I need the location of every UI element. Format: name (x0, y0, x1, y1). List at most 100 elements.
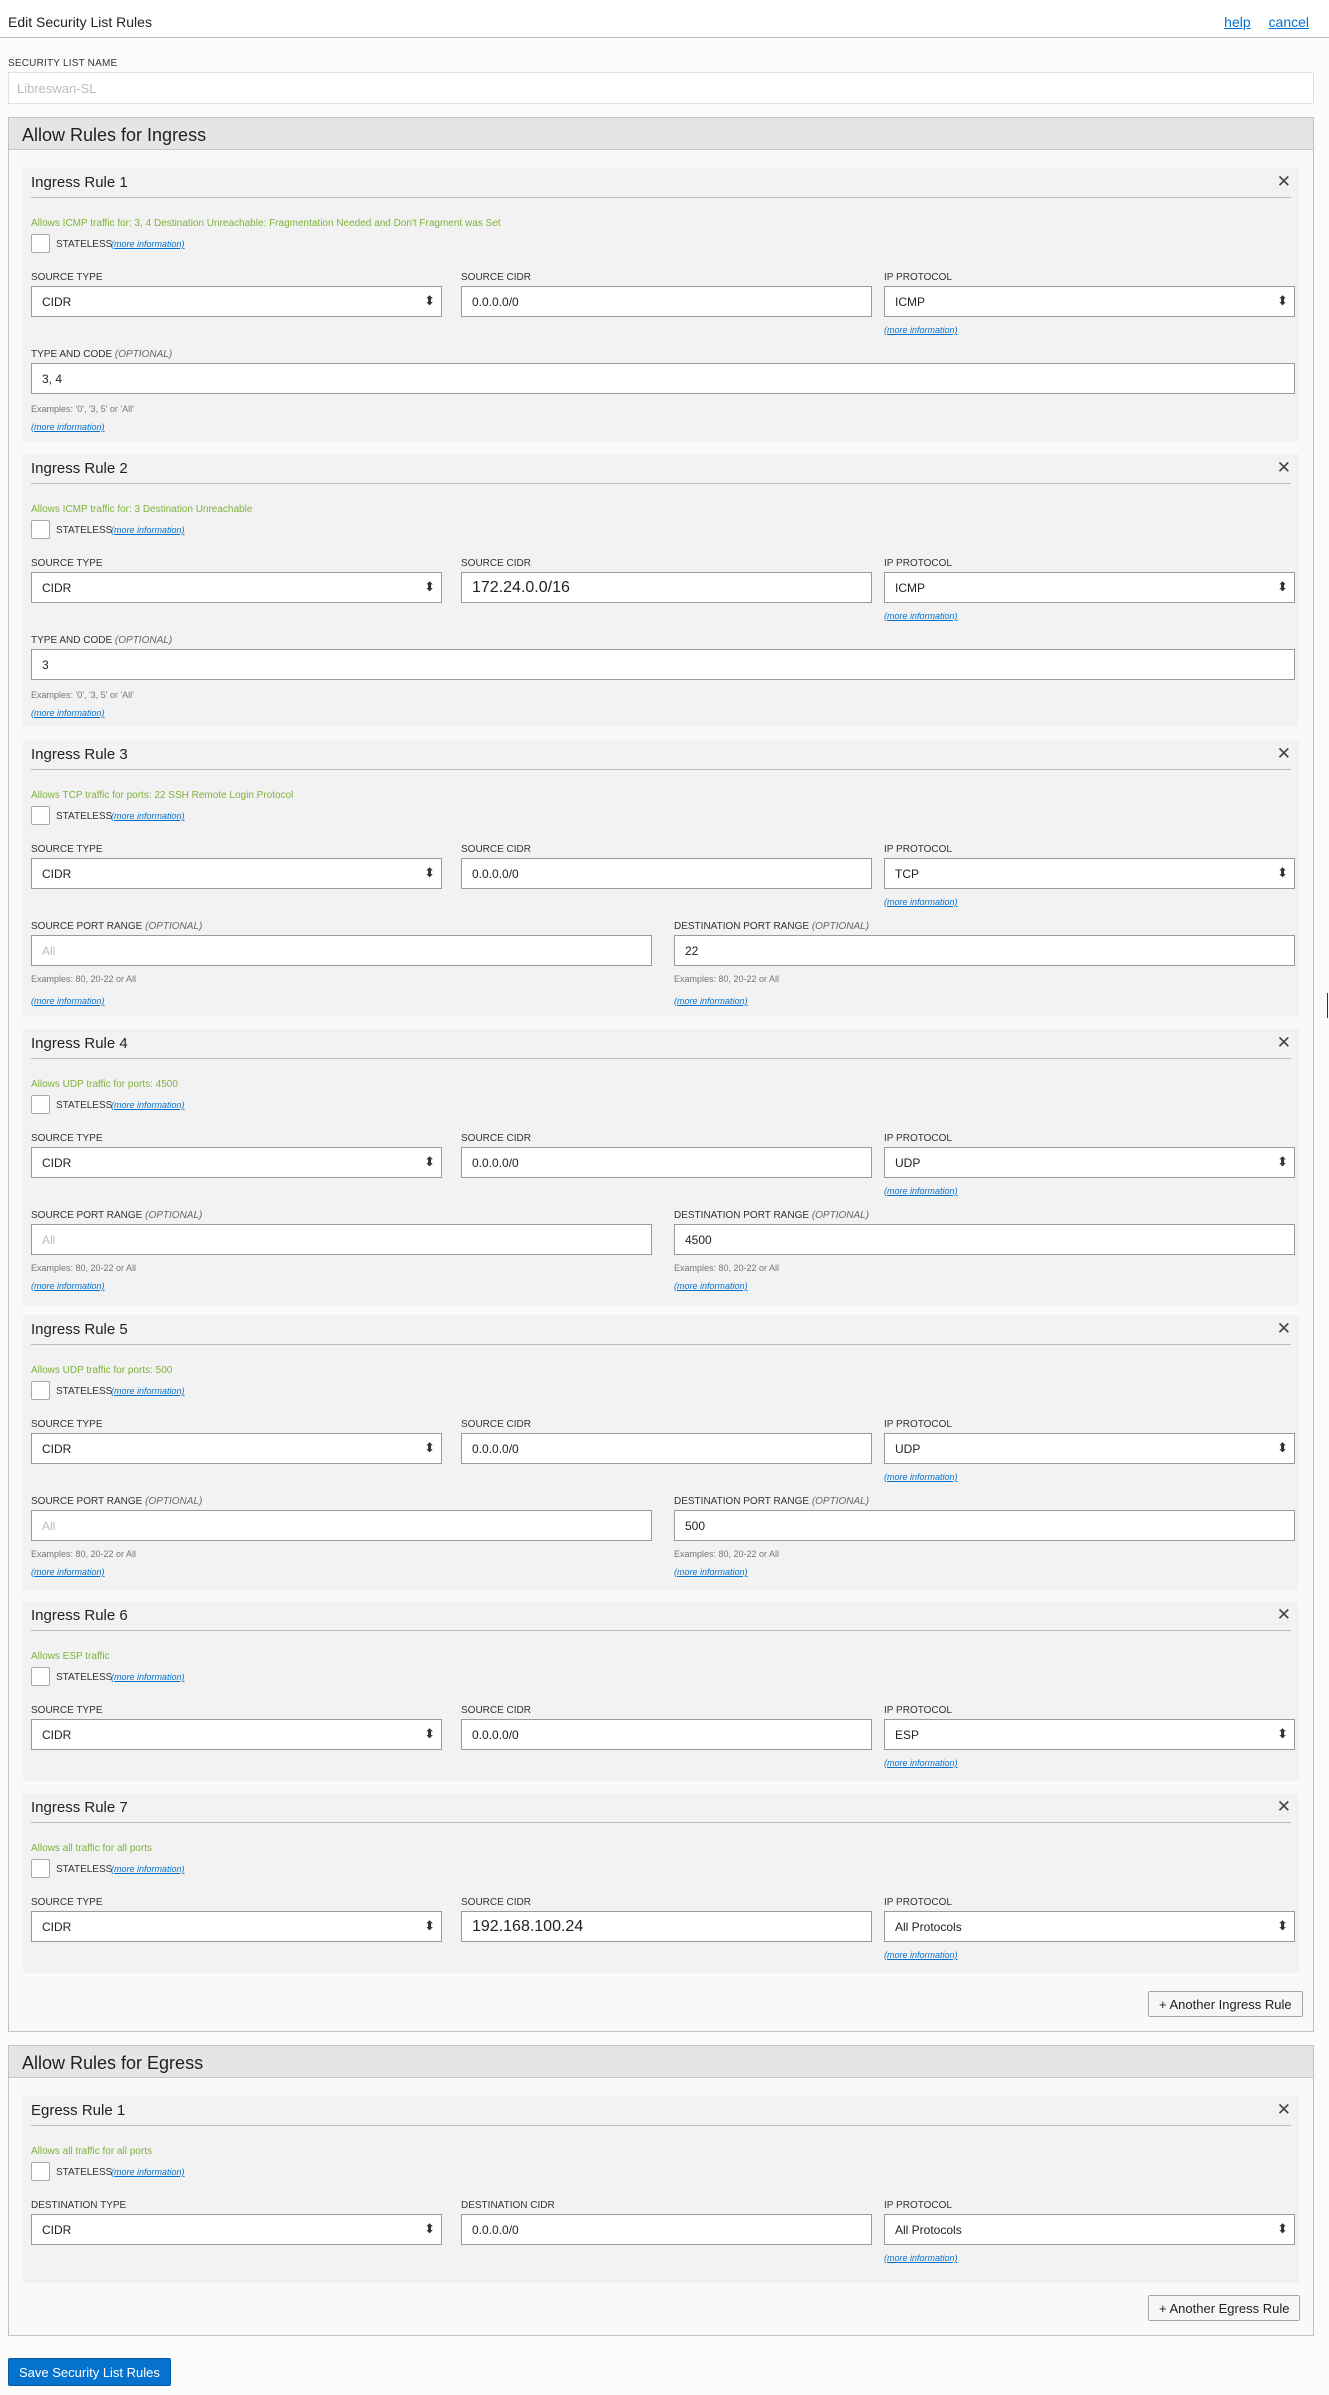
ip-protocol-label: IP PROTOCOL (884, 844, 952, 855)
ip-protocol-select[interactable]: ICMP (884, 572, 1295, 603)
rule-description: Allows ICMP traffic for: 3 Destination U… (31, 504, 253, 515)
source-cidr-input[interactable]: 0.0.0.0/0 (461, 1147, 872, 1178)
rule-description: Allows all traffic for all ports (31, 1843, 152, 1854)
ingress-rule-6: Ingress Rule 6 ✕ Allows ESP traffic STATE… (23, 1601, 1299, 1781)
source-cidr-input[interactable]: 192.168.100.24 (461, 1911, 872, 1942)
more-info-link[interactable]: (more information) (31, 1281, 105, 1291)
more-info-link[interactable]: (more information) (674, 996, 748, 1006)
stateless-checkbox[interactable] (31, 1667, 50, 1686)
dest-type-select[interactable]: CIDR (31, 2214, 442, 2245)
source-type-label: SOURCE TYPE (31, 1897, 103, 1908)
more-info-link[interactable]: (more information) (111, 1672, 185, 1682)
source-port-input[interactable]: All (31, 1510, 652, 1541)
source-cidr-input[interactable]: 0.0.0.0/0 (461, 1433, 872, 1464)
ip-protocol-label: IP PROTOCOL (884, 1133, 952, 1144)
more-info-link[interactable]: (more information) (674, 1567, 748, 1577)
source-type-select[interactable]: CIDR (31, 1911, 442, 1942)
more-info-link[interactable]: (more information) (111, 525, 185, 535)
source-type-select[interactable]: CIDR (31, 1719, 442, 1750)
source-cidr-input[interactable]: 0.0.0.0/0 (461, 858, 872, 889)
type-code-input[interactable]: 3 (31, 649, 1295, 680)
more-info-link[interactable]: (more information) (884, 611, 958, 621)
ip-protocol-select[interactable]: ESP (884, 1719, 1295, 1750)
port-hint: Examples: 80, 20-22 or All (674, 974, 780, 984)
stateless-checkbox[interactable] (31, 1095, 50, 1114)
more-info-link[interactable]: (more information) (884, 897, 958, 907)
source-port-input[interactable]: All (31, 1224, 652, 1255)
dest-port-label: DESTINATION PORT RANGE (OPTIONAL) (674, 1496, 870, 1507)
ip-protocol-label: IP PROTOCOL (884, 2200, 952, 2211)
more-info-link[interactable]: (more information) (884, 325, 958, 335)
stateless-checkbox[interactable] (31, 2162, 50, 2181)
source-cidr-input[interactable]: 0.0.0.0/0 (461, 286, 872, 317)
close-icon[interactable]: ✕ (1277, 1320, 1291, 1337)
more-info-link[interactable]: (more information) (884, 1950, 958, 1960)
ip-protocol-select[interactable]: ICMP (884, 286, 1295, 317)
source-type-select[interactable]: CIDR (31, 572, 442, 603)
more-info-link[interactable]: (more information) (111, 2167, 185, 2177)
more-info-link[interactable]: (more information) (111, 1864, 185, 1874)
more-info-link[interactable]: (more information) (31, 708, 105, 718)
stateless-label: STATELESS (56, 1864, 113, 1875)
more-info-link[interactable]: (more information) (111, 1100, 185, 1110)
more-info-link[interactable]: (more information) (884, 1472, 958, 1482)
dest-port-label: DESTINATION PORT RANGE (OPTIONAL) (674, 1210, 870, 1221)
scrollbar[interactable] (1327, 993, 1328, 1018)
type-code-input[interactable]: 3, 4 (31, 363, 1295, 394)
ingress-rule-4: Ingress Rule 4 ✕ Allows UDP traffic for p… (23, 1029, 1299, 1305)
stateless-checkbox[interactable] (31, 1381, 50, 1400)
more-info-link[interactable]: (more information) (31, 1567, 105, 1577)
source-type-select[interactable]: CIDR (31, 286, 442, 317)
source-port-input[interactable]: All (31, 935, 652, 966)
rule-description: Allows UDP traffic for ports: 500 (31, 1365, 173, 1376)
source-cidr-label: SOURCE CIDR (461, 558, 532, 569)
source-cidr-input[interactable]: 172.24.0.0/16 (461, 572, 872, 603)
ip-protocol-select[interactable]: UDP (884, 1147, 1295, 1178)
more-info-link[interactable]: (more information) (674, 1281, 748, 1291)
source-cidr-input[interactable]: 0.0.0.0/0 (461, 1719, 872, 1750)
close-icon[interactable]: ✕ (1277, 1034, 1291, 1051)
stateless-checkbox[interactable] (31, 1859, 50, 1878)
ip-protocol-select[interactable]: All Protocols (884, 2214, 1295, 2245)
close-icon[interactable]: ✕ (1277, 745, 1291, 762)
save-security-list-rules-button[interactable]: Save Security List Rules (8, 2358, 171, 2386)
ip-protocol-label: IP PROTOCOL (884, 558, 952, 569)
dest-port-input[interactable]: 500 (674, 1510, 1295, 1541)
egress-panel: Allow Rules for Egress Egress Rule 1 ✕ Al… (8, 2045, 1314, 2336)
more-info-link[interactable]: (more information) (111, 1386, 185, 1396)
more-info-link[interactable]: (more information) (884, 1186, 958, 1196)
ip-protocol-select[interactable]: TCP (884, 858, 1295, 889)
dest-cidr-input[interactable]: 0.0.0.0/0 (461, 2214, 872, 2245)
egress-panel-heading: Allow Rules for Egress (9, 2046, 1313, 2078)
close-icon[interactable]: ✕ (1277, 2101, 1291, 2118)
more-info-link[interactable]: (more information) (884, 2253, 958, 2263)
more-info-link[interactable]: (more information) (111, 239, 185, 249)
more-info-link[interactable]: (more information) (31, 996, 105, 1006)
source-cidr-label: SOURCE CIDR (461, 844, 532, 855)
more-info-link[interactable]: (more information) (884, 1758, 958, 1768)
security-list-name-input[interactable] (8, 72, 1314, 104)
source-type-select[interactable]: CIDR (31, 1147, 442, 1178)
rule-title: Ingress Rule 1 (31, 174, 128, 191)
close-icon[interactable]: ✕ (1277, 173, 1291, 190)
add-egress-rule-button[interactable]: + Another Egress Rule (1148, 2295, 1301, 2321)
dest-port-input[interactable]: 4500 (674, 1224, 1295, 1255)
stateless-checkbox[interactable] (31, 806, 50, 825)
cancel-link[interactable]: cancel (1269, 14, 1309, 30)
close-icon[interactable]: ✕ (1277, 459, 1291, 476)
source-type-select[interactable]: CIDR (31, 1433, 442, 1464)
rule-title: Ingress Rule 2 (31, 460, 128, 477)
ip-protocol-select[interactable]: UDP (884, 1433, 1295, 1464)
rule-description: Allows UDP traffic for ports: 4500 (31, 1079, 178, 1090)
more-info-link[interactable]: (more information) (31, 422, 105, 432)
close-icon[interactable]: ✕ (1277, 1606, 1291, 1623)
help-link[interactable]: help (1224, 14, 1250, 30)
more-info-link[interactable]: (more information) (111, 811, 185, 821)
add-ingress-rule-button[interactable]: + Another Ingress Rule (1148, 1991, 1303, 2017)
ip-protocol-select[interactable]: All Protocols (884, 1911, 1295, 1942)
close-icon[interactable]: ✕ (1277, 1798, 1291, 1815)
stateless-checkbox[interactable] (31, 234, 50, 253)
source-type-select[interactable]: CIDR (31, 858, 442, 889)
stateless-checkbox[interactable] (31, 520, 50, 539)
dest-port-input[interactable]: 22 (674, 935, 1295, 966)
